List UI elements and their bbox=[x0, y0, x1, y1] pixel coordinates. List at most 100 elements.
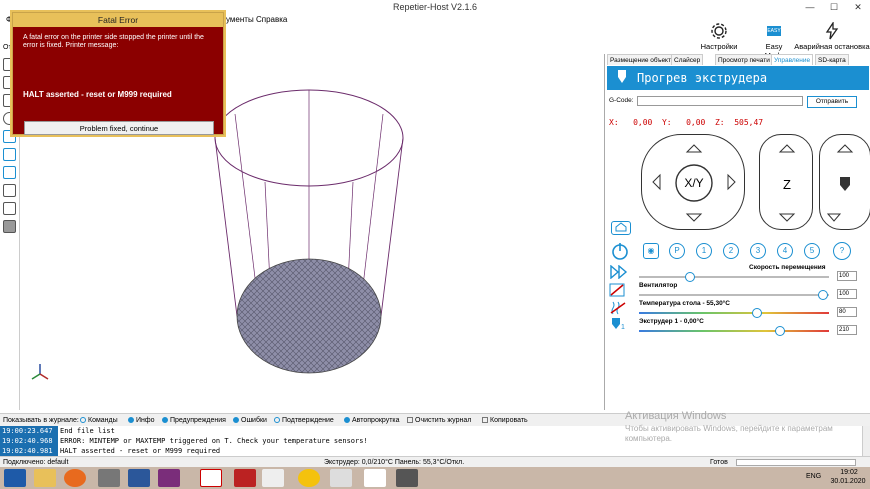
minimize-button[interactable]: — bbox=[798, 0, 822, 14]
clear-log-label: Очистить журнал bbox=[415, 417, 472, 424]
cube-iso-icon[interactable] bbox=[3, 184, 16, 197]
slider-track[interactable] bbox=[639, 312, 829, 314]
quick-btn-5[interactable]: 5 bbox=[804, 243, 820, 259]
app-icon[interactable] bbox=[330, 469, 352, 487]
log-timestamp: 19:02:40.968 bbox=[0, 436, 58, 446]
app-icon[interactable] bbox=[158, 469, 180, 487]
extruder-jog-arrows bbox=[826, 144, 854, 222]
help-button[interactable]: ? bbox=[833, 242, 851, 260]
file-explorer-icon[interactable] bbox=[34, 469, 56, 487]
filter-errors-label: Ошибки bbox=[241, 417, 267, 424]
z-jog-pad[interactable]: Z bbox=[759, 134, 813, 230]
quick-btn-3[interactable]: 3 bbox=[750, 243, 766, 259]
start-icon[interactable] bbox=[4, 469, 26, 487]
app-icon[interactable] bbox=[98, 469, 120, 487]
app-icon[interactable] bbox=[396, 469, 418, 487]
quick-btn-1[interactable]: 1 bbox=[696, 243, 712, 259]
slider-value-input[interactable]: 100 bbox=[837, 271, 857, 281]
radio-icon bbox=[128, 417, 134, 424]
slider-label: Вентилятор bbox=[639, 282, 678, 289]
slider-track[interactable] bbox=[639, 294, 829, 296]
home-button[interactable] bbox=[611, 221, 631, 235]
dialog-message: A fatal error on the printer side stoppe… bbox=[23, 34, 204, 49]
copy-icon bbox=[482, 417, 488, 424]
send-button[interactable]: Отправить bbox=[807, 96, 857, 108]
chrome-icon[interactable] bbox=[298, 469, 320, 487]
slider-knob[interactable] bbox=[751, 308, 762, 318]
control-header-title: Прогрев экструдера bbox=[637, 71, 768, 85]
emergency-stop-button[interactable]: Аварийная остановка bbox=[794, 22, 870, 51]
log-scrollbar[interactable] bbox=[862, 426, 870, 456]
slider-value-input[interactable]: 100 bbox=[837, 289, 857, 299]
repetier-icon[interactable] bbox=[364, 469, 386, 487]
slider-row: Экструдер 1 - 0,00°C 210 bbox=[637, 318, 867, 336]
slider-value-input[interactable]: 210 bbox=[837, 325, 857, 335]
tab-3[interactable]: Управление bbox=[771, 54, 814, 65]
filter-warnings-label: Предупреждения bbox=[170, 417, 226, 424]
log-line: 19:02:40.968 ERROR: MINTEMP or MAXTEMP tr… bbox=[0, 436, 368, 446]
slider-track[interactable] bbox=[639, 276, 829, 278]
app-icon[interactable] bbox=[262, 469, 284, 487]
acrobat-icon[interactable] bbox=[200, 469, 222, 487]
clear-icon bbox=[407, 417, 413, 424]
menu-tools[interactable]: ументы bbox=[226, 14, 254, 26]
cube-top-icon[interactable] bbox=[3, 148, 16, 161]
clock-date[interactable]: 30.01.2020 bbox=[828, 478, 868, 485]
xy-label: X/Y bbox=[684, 176, 704, 190]
slider-knob[interactable] bbox=[774, 326, 785, 336]
tab-2[interactable]: Просмотр печати bbox=[715, 54, 773, 65]
xy-jog-pad[interactable]: X/Y bbox=[641, 134, 745, 230]
problem-fixed-button[interactable]: Problem fixed, continue bbox=[24, 121, 214, 135]
status-bar: Подключено: default Экструдер: 0,0/210°C… bbox=[0, 456, 870, 467]
slider-value-input[interactable]: 80 bbox=[837, 307, 857, 317]
log-message: ERROR: MINTEMP or MAXTEMP triggered on T… bbox=[60, 437, 368, 445]
slider-track[interactable] bbox=[639, 330, 829, 332]
language-indicator[interactable]: ENG bbox=[806, 473, 821, 480]
house-icon bbox=[615, 222, 627, 232]
extruder-jog-pad[interactable] bbox=[819, 134, 870, 230]
cube-side-icon[interactable] bbox=[3, 166, 16, 179]
filter-commands-label: Команды bbox=[88, 417, 118, 424]
maximize-button[interactable]: ☐ bbox=[822, 0, 846, 14]
copy-view-icon[interactable] bbox=[3, 202, 16, 215]
clock-time[interactable]: 19:02 bbox=[832, 469, 866, 476]
slider-label: Скорость перемещения bbox=[749, 264, 826, 271]
quick-btn-4[interactable]: 4 bbox=[777, 243, 793, 259]
log-line: 19:00:23.647 End file list bbox=[0, 426, 115, 436]
gear-icon bbox=[711, 23, 727, 39]
app-icon[interactable] bbox=[234, 469, 256, 487]
easy-badge-icon: EASY bbox=[767, 26, 781, 36]
log-message: End file list bbox=[60, 427, 115, 435]
slider-knob[interactable] bbox=[818, 290, 829, 300]
radio-icon bbox=[80, 417, 86, 424]
radio-icon bbox=[274, 417, 280, 424]
fatal-error-dialog: Fatal Error A fatal error on the printer… bbox=[12, 12, 224, 135]
camera-icon[interactable]: ◉ bbox=[643, 243, 659, 259]
word-icon[interactable] bbox=[128, 469, 150, 487]
tab-4[interactable]: SD-карта bbox=[815, 54, 849, 65]
extruder-number: 1 bbox=[621, 324, 625, 331]
window-title: Repetier-Host V2.1.6 bbox=[392, 2, 478, 12]
quick-btn-2[interactable]: 2 bbox=[723, 243, 739, 259]
speed-icon bbox=[610, 265, 628, 279]
radio-icon bbox=[162, 417, 168, 424]
gcode-input[interactable] bbox=[637, 96, 803, 106]
dialog-title: Fatal Error bbox=[13, 13, 223, 27]
axis-indicator-icon bbox=[31, 364, 49, 380]
dialog-error-text: HALT asserted - reset or M999 required bbox=[23, 90, 172, 99]
close-button[interactable]: ✕ bbox=[846, 0, 870, 14]
quick-btn-p[interactable]: P bbox=[669, 243, 685, 259]
coordinate-readout: X: 0,00 Y: 0,00 Z: 505,47 bbox=[609, 118, 764, 127]
firefox-icon[interactable] bbox=[64, 469, 86, 487]
filter-info-label: Инфо bbox=[136, 417, 155, 424]
power-icon[interactable] bbox=[611, 242, 629, 260]
tab-1[interactable]: Слайсер bbox=[671, 54, 704, 65]
filter-autoscroll-label: Автопрокрутка bbox=[352, 417, 400, 424]
tab-0[interactable]: Размещение объекта bbox=[607, 54, 678, 65]
menu-help[interactable]: Справка bbox=[256, 14, 287, 26]
trash-icon[interactable] bbox=[3, 220, 16, 233]
radio-icon bbox=[344, 417, 350, 424]
filter-ack-label: Подтверждение bbox=[282, 417, 334, 424]
lightning-icon bbox=[825, 22, 839, 40]
slider-knob[interactable] bbox=[685, 272, 696, 282]
